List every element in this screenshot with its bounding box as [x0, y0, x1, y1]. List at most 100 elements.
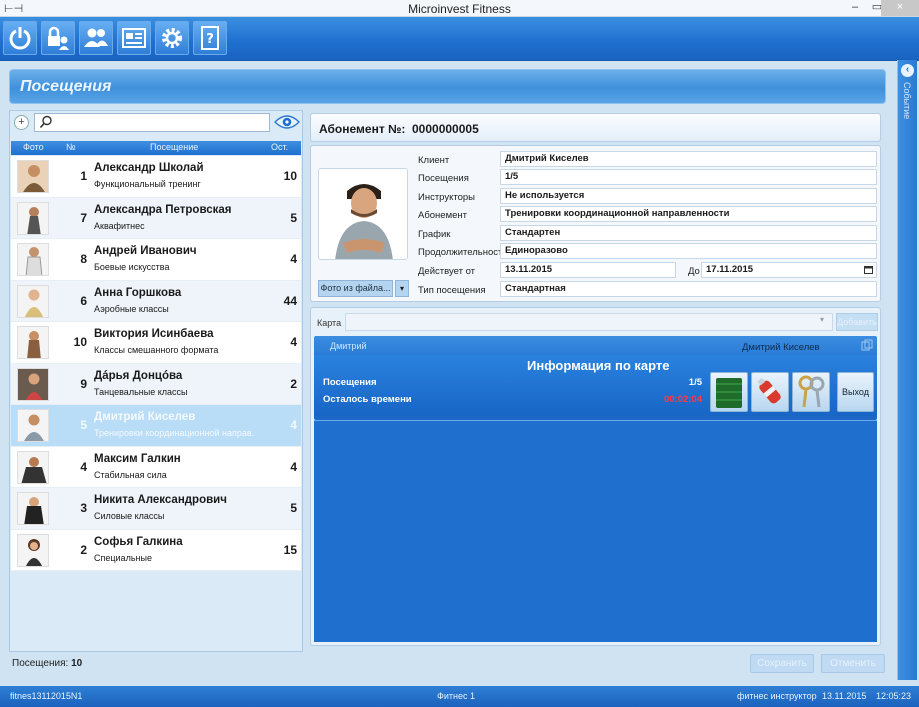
help-button[interactable]: ?: [193, 21, 227, 55]
power-button[interactable]: [3, 21, 37, 55]
client-name: Софья Галкина: [94, 535, 183, 548]
remaining-count: 5: [290, 210, 297, 225]
table-row[interactable]: 9 Дáрья Донцóва Танцевальные классы 2: [11, 363, 301, 405]
client-name: Дмитрий Киселев: [94, 411, 196, 423]
table-row[interactable]: 10 Виктория Исинбаева Классы смешанного …: [11, 322, 301, 364]
table-row[interactable]: 1 Александр Школай Функциональный тренин…: [11, 156, 301, 198]
visits-count: Посещения: 10: [12, 658, 82, 669]
abonement-number: 0000000005: [412, 122, 479, 136]
add-visit-button[interactable]: +: [14, 115, 29, 130]
avatar: [17, 243, 49, 276]
status-database: fitnes13112015N1: [10, 691, 83, 701]
help-book-icon: ?: [201, 26, 219, 50]
page-title: Посещения: [20, 78, 112, 95]
photo-from-file-button[interactable]: Фото из файла...: [318, 280, 393, 297]
time-left-label: Осталось времени: [323, 394, 412, 405]
card-panel: Карта ▾ Добавить Дмитрий Дмитрий Киселев…: [310, 307, 881, 646]
client-name: Анна Горшкова: [94, 286, 182, 299]
search-input[interactable]: [34, 113, 270, 132]
keys-button[interactable]: [792, 372, 830, 412]
client-field[interactable]: Дмитрий Киселев: [500, 151, 877, 167]
exit-button[interactable]: Выход: [837, 372, 874, 412]
table-row[interactable]: 4 Максим Галкин Стабильная сила 4: [11, 446, 301, 488]
visits-table: 1 Александр Школай Функциональный тренин…: [11, 156, 301, 571]
client-name: Александр Школай: [94, 162, 204, 174]
remaining-count: 4: [290, 459, 297, 474]
title-bar: ⊢⊣ Microinvest Fitness – ▭ ×: [0, 0, 919, 17]
status-user: фитнес инструктор: [737, 691, 817, 701]
eye-icon[interactable]: [274, 113, 300, 131]
duration-field[interactable]: Единоразово: [500, 243, 877, 259]
client-name: Дáрья Донцóва: [94, 369, 183, 382]
visit-number: 9: [80, 376, 87, 391]
table-row[interactable]: 8 Андрей Иванович Боевые искусства 4: [11, 239, 301, 281]
lock-user-button[interactable]: [41, 21, 75, 55]
col-remaining[interactable]: Ост.: [271, 142, 288, 152]
remaining-count: 4: [290, 418, 297, 432]
card-button[interactable]: [117, 21, 151, 55]
table-row[interactable]: 6 Анна Горшкова Аэробные классы 44: [11, 280, 301, 322]
client-name: Андрей Иванович: [94, 245, 197, 257]
card-icon: [122, 28, 146, 48]
photo-dropdown-button[interactable]: ▾: [395, 280, 409, 297]
avatar: [17, 284, 49, 318]
visit-number: 1: [80, 169, 87, 183]
table-row[interactable]: 7 Александра Петровская Аквафитнес 5: [11, 197, 301, 239]
visit-number: 6: [80, 293, 87, 308]
status-location: Фитнес 1: [437, 691, 475, 701]
card-owner: Дмитрий Киселев: [742, 342, 820, 353]
add-card-button[interactable]: Добавить: [836, 313, 878, 331]
visits-label: Посещения: [418, 173, 469, 184]
table-row[interactable]: 3 Никита Александрович Силовые классы 5: [11, 488, 301, 530]
abonement-details: Фото из файла... ▾ Клиент Дмитрий Киселе…: [310, 145, 881, 302]
visits-count-label: Посещения:: [12, 658, 69, 669]
table-row-selected[interactable]: 5 Дмитрий Киселев Тренировки координацио…: [11, 405, 301, 447]
card-label: Карта: [317, 318, 342, 328]
col-number[interactable]: №: [66, 142, 76, 152]
instructors-field[interactable]: Не используется: [500, 188, 877, 204]
visits-field[interactable]: 1/5: [500, 169, 877, 185]
copy-icon[interactable]: [861, 339, 873, 351]
users-button[interactable]: [79, 21, 113, 55]
calendar-icon[interactable]: [864, 265, 873, 274]
window-title: Microinvest Fitness: [408, 2, 511, 16]
save-button[interactable]: Сохранить: [750, 654, 814, 673]
visit-number: 10: [73, 335, 87, 349]
towel-button[interactable]: [710, 372, 748, 412]
keys-icon: [798, 375, 825, 408]
collapse-left-icon[interactable]: ‹: [901, 64, 914, 77]
col-photo[interactable]: Фото: [23, 142, 44, 152]
abonement-field[interactable]: Тренировки координационной направленност…: [500, 206, 877, 222]
valid-from-field[interactable]: 13.11.2015: [500, 262, 676, 278]
settings-button[interactable]: [155, 21, 189, 55]
events-side-panel[interactable]: ‹ Событие: [897, 60, 917, 680]
main-toolbar: ?: [0, 17, 919, 61]
visit-number: 3: [80, 501, 87, 515]
bottle-button[interactable]: [751, 372, 789, 412]
towel-icon: [716, 378, 742, 408]
col-visit[interactable]: Посещение: [150, 142, 198, 152]
table-row[interactable]: 2 Софья Галкина Специальные 15: [11, 529, 301, 571]
page-header: Посещения: [9, 69, 886, 104]
client-name: Александра Петровская: [94, 203, 232, 216]
cancel-button[interactable]: Отменить: [821, 654, 885, 673]
card-input[interactable]: [345, 313, 833, 331]
remaining-count: 4: [290, 335, 297, 349]
schedule-field[interactable]: Стандартен: [500, 225, 877, 241]
class-name: Тренировки координационной направ.: [94, 428, 255, 438]
visits-table-header: Фото № Посещение Ост.: [11, 141, 301, 155]
card-dropdown-icon[interactable]: ▾: [815, 315, 829, 329]
visit-number: 4: [80, 459, 87, 474]
client-label: Клиент: [418, 155, 450, 166]
status-time: 12:05:23: [876, 691, 912, 701]
avatar: [17, 533, 49, 567]
search-icon: [39, 115, 52, 129]
remaining-count: 10: [283, 169, 297, 183]
lock-user-icon: [48, 26, 69, 50]
visits-count-value: 10: [71, 658, 83, 669]
client-name: Виктория Исинбаева: [94, 328, 214, 340]
close-button[interactable]: ×: [881, 0, 919, 16]
valid-to-field[interactable]: 17.11.2015: [701, 262, 877, 278]
avatar: [17, 492, 49, 525]
visit-type-field[interactable]: Стандартная: [500, 281, 877, 297]
